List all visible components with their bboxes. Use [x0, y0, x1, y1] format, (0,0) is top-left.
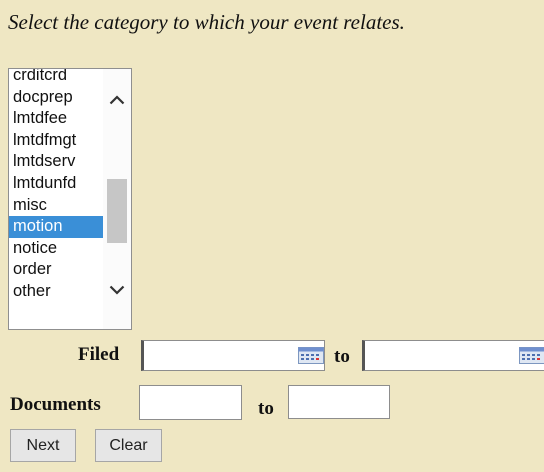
- list-item[interactable]: lmtdserv: [9, 151, 103, 173]
- documents-to-field[interactable]: [288, 385, 390, 419]
- listbox-scrollbar[interactable]: [103, 69, 131, 329]
- list-item[interactable]: crditcrd: [9, 69, 103, 87]
- category-listbox[interactable]: crditcrd docprep lmtdfee lmtdfmgt lmtdse…: [8, 68, 132, 330]
- clear-button[interactable]: Clear: [95, 429, 162, 462]
- list-item[interactable]: docprep: [9, 87, 103, 109]
- filed-to-label: to: [334, 346, 350, 367]
- instruction-text: Select the category to which your event …: [8, 10, 405, 34]
- documents-to-label: to: [258, 398, 274, 419]
- chevron-up-icon[interactable]: [103, 85, 131, 115]
- list-item[interactable]: other: [9, 281, 103, 303]
- chevron-down-icon[interactable]: [103, 275, 131, 305]
- list-item[interactable]: lmtdfee: [9, 108, 103, 130]
- documents-from-field[interactable]: [139, 385, 242, 420]
- filed-label: Filed: [78, 344, 120, 365]
- next-button[interactable]: Next: [10, 429, 76, 462]
- documents-label: Documents: [10, 394, 101, 415]
- list-item[interactable]: lmtdunfd: [9, 173, 103, 195]
- list-item[interactable]: notice: [9, 238, 103, 260]
- scrollbar-thumb[interactable]: [107, 179, 127, 243]
- list-item-selected[interactable]: motion: [9, 216, 103, 238]
- list-item[interactable]: misc: [9, 195, 103, 217]
- list-item[interactable]: order: [9, 259, 103, 281]
- calendar-icon[interactable]: [298, 347, 324, 364]
- filed-from-date-field[interactable]: [141, 340, 325, 371]
- calendar-icon[interactable]: [519, 347, 544, 364]
- list-item[interactable]: lmtdfmgt: [9, 130, 103, 152]
- filed-to-date-field[interactable]: [362, 340, 544, 371]
